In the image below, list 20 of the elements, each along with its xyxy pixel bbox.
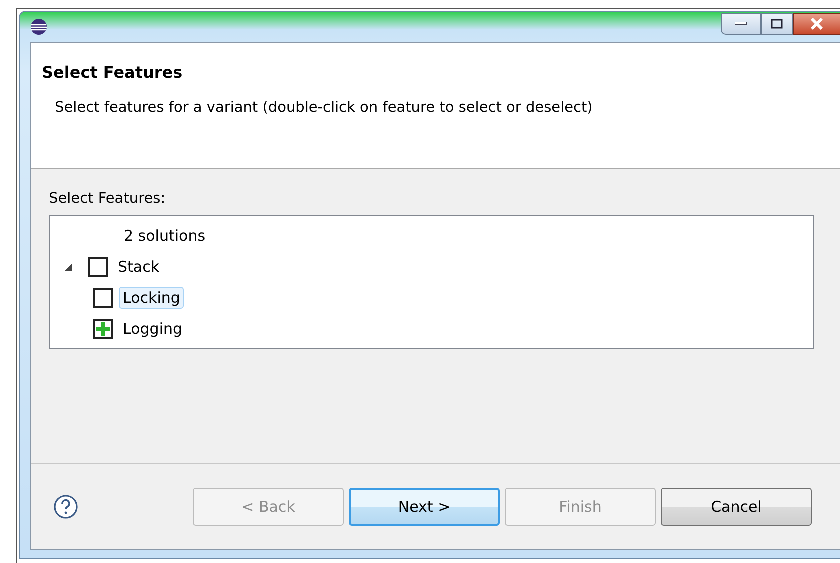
dialog-button[interactable]: Cancel — [661, 488, 812, 526]
app-icon — [30, 18, 48, 36]
help-icon[interactable] — [53, 494, 79, 520]
maximize-button[interactable] — [761, 13, 793, 35]
tree-item[interactable]: Logging — [119, 318, 187, 340]
solutions-count: 2 solutions — [124, 226, 206, 244]
checkbox[interactable] — [93, 288, 113, 308]
checkbox[interactable] — [93, 318, 113, 338]
minimize-button[interactable] — [721, 13, 761, 35]
tree-item[interactable]: Stack — [114, 256, 164, 278]
features-label: Select Features: — [49, 191, 166, 207]
checkbox[interactable] — [88, 256, 108, 276]
page-description: Select features for a variant (double-click on feature to select or deselect) — [55, 100, 593, 116]
maximize-icon — [771, 19, 783, 29]
minimize-icon — [735, 22, 747, 26]
page-title: Select Features — [42, 63, 183, 82]
close-icon — [810, 18, 824, 30]
dialog-button[interactable]: Next > — [349, 488, 500, 526]
tree-item[interactable]: Locking — [119, 286, 184, 308]
close-button[interactable] — [793, 13, 840, 35]
